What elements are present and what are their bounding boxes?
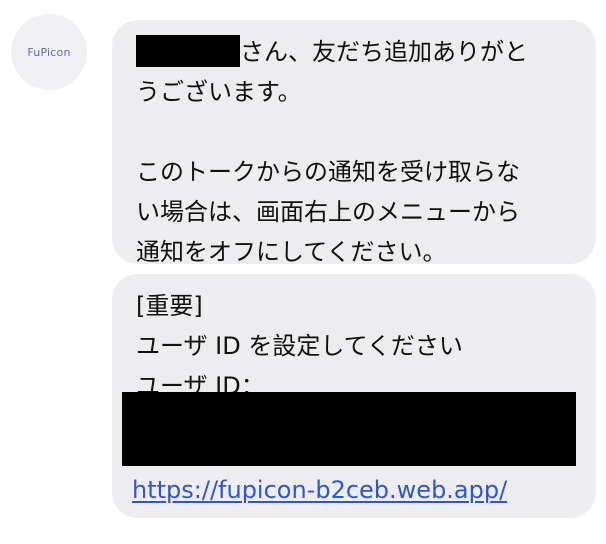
message-line: うございます。 [136, 78, 302, 106]
message-bubble-welcome: さん、友だち追加ありがと うございます。 このトークからの通知を受け取らな い場… [112, 20, 596, 266]
important-heading: [重要] [136, 292, 203, 320]
message-line: このトークからの通知を受け取らな [136, 158, 520, 186]
greeting-text: さん、友だち追加ありがと [240, 38, 528, 66]
message-line: 通知をオフにしてください。 [136, 238, 447, 266]
avatar[interactable]: FuPicon [11, 14, 87, 90]
fupicon-logo: FuPicon [27, 45, 71, 59]
message-bubble-user-id: [重要] ユーザ ID を設定してください ユーザ ID： https://fu… [112, 274, 596, 518]
message-line: い場合は、画面右上のメニューから [136, 198, 520, 226]
app-link[interactable]: https://fupicon-b2ceb.web.app/ [132, 470, 507, 510]
redacted-user-id [122, 392, 576, 466]
instruction-text: ユーザ ID を設定してください [136, 332, 463, 360]
message-line: さん、友だち追加ありがと [136, 32, 578, 72]
redacted-username [136, 35, 240, 67]
